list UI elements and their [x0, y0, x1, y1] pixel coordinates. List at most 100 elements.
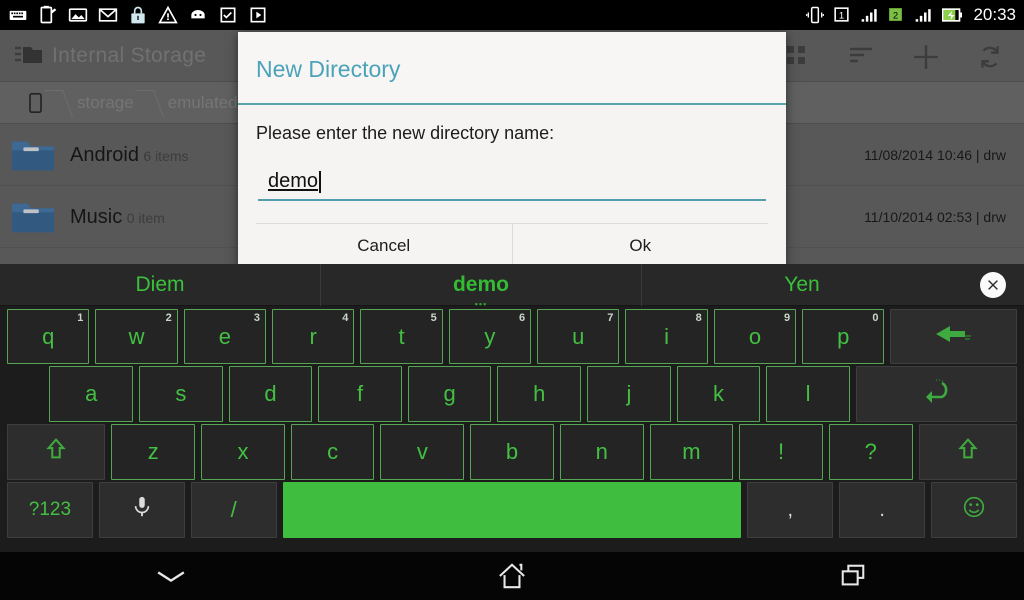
backspace-key[interactable]: [890, 309, 1017, 364]
key-label: o: [748, 323, 762, 349]
key-p[interactable]: 0p: [802, 309, 885, 364]
lock-icon: [128, 5, 148, 25]
robot-icon: [188, 5, 208, 25]
keyboard-row-2: a s d f g h j k l: [0, 364, 1024, 422]
key-o[interactable]: 9o: [713, 309, 797, 364]
shift-key-right[interactable]: [918, 424, 1017, 480]
key-a[interactable]: a: [49, 366, 134, 422]
status-bar: 1 2 20:33: [0, 0, 1024, 30]
key-question[interactable]: ?: [828, 424, 913, 480]
keyboard-row-1: 1q 2w 3e 4r 5t 6y 7u 8i 9o 0p: [0, 306, 1024, 364]
key-hint: 0: [872, 312, 879, 324]
app-install-icon: [248, 5, 268, 25]
status-bar-clock: 20:33: [973, 5, 1016, 24]
key-label: e: [218, 323, 231, 349]
key-g[interactable]: g: [407, 366, 492, 422]
key-j[interactable]: j: [587, 366, 671, 422]
suggestion-item[interactable]: Diem: [0, 264, 320, 306]
note-icon: [38, 5, 58, 25]
suggestion-item-selected[interactable]: demo: [320, 263, 641, 309]
comma-key-label: ,: [787, 498, 794, 521]
key-exclamation[interactable]: !: [739, 424, 823, 480]
screen: 1 2 20:33 Internal Storage storage emula…: [0, 0, 1024, 600]
key-c[interactable]: c: [290, 424, 375, 480]
smiley-icon: [961, 494, 987, 526]
key-i[interactable]: 8i: [625, 309, 708, 364]
enter-key[interactable]: [855, 366, 1018, 422]
key-label: d: [264, 381, 277, 406]
hide-keyboard-button[interactable]: [0, 552, 341, 600]
text-caret: [319, 171, 322, 193]
key-e[interactable]: 3e: [183, 309, 267, 364]
shift-key-left[interactable]: [7, 424, 106, 480]
key-q[interactable]: 1q: [7, 309, 90, 364]
recents-button[interactable]: [683, 552, 1024, 600]
key-t[interactable]: 5t: [360, 309, 443, 364]
voice-input-key[interactable]: [98, 482, 185, 538]
key-label: z: [147, 439, 159, 464]
key-label: b: [505, 439, 519, 464]
key-label: k: [712, 381, 724, 406]
key-z[interactable]: z: [111, 424, 196, 480]
key-s[interactable]: s: [139, 366, 223, 422]
key-label: n: [595, 439, 608, 464]
symbols-key[interactable]: ?123: [6, 482, 93, 538]
battery-charging-icon: [940, 5, 963, 25]
key-d[interactable]: d: [228, 366, 313, 422]
key-label: p: [837, 323, 850, 349]
key-r[interactable]: 4r: [272, 309, 355, 364]
key-label: s: [175, 381, 187, 406]
suggestion-bar: Diem demo Yen: [0, 263, 1024, 309]
key-b[interactable]: b: [470, 424, 554, 480]
key-h[interactable]: h: [497, 366, 582, 422]
key-label: v: [416, 439, 428, 464]
key-v[interactable]: v: [380, 424, 465, 480]
microphone-icon: [131, 494, 153, 526]
key-k[interactable]: k: [676, 366, 761, 422]
key-hint: 5: [430, 312, 437, 324]
home-button[interactable]: [341, 552, 682, 600]
signal2-icon: [913, 5, 933, 25]
period-key-label: .: [879, 498, 885, 521]
backspace-icon: [932, 323, 976, 351]
directory-name-field-wrap: demo: [256, 144, 768, 201]
key-hint: 1: [77, 312, 84, 324]
key-label: ?: [864, 439, 877, 464]
slash-key[interactable]: /: [190, 482, 277, 538]
directory-name-value: demo: [268, 170, 319, 192]
key-y[interactable]: 6y: [448, 309, 532, 364]
key-hint: 7: [607, 312, 614, 324]
keyboard-active-icon: [8, 5, 28, 25]
suggestion-item[interactable]: Yen: [641, 263, 962, 306]
dialog-message: Please enter the new directory name:: [256, 123, 555, 143]
key-hint: 6: [518, 312, 526, 324]
key-m[interactable]: m: [649, 424, 734, 480]
app-install-check-icon: [218, 5, 238, 25]
vibrate-icon: [805, 5, 825, 25]
directory-name-input[interactable]: demo: [258, 170, 766, 201]
key-label: j: [626, 381, 632, 406]
status-bar-system: 1 2 20:33: [805, 5, 1016, 25]
shift-up-icon: [43, 436, 69, 468]
key-l[interactable]: l: [766, 366, 850, 422]
sim1-icon: 1: [832, 5, 852, 25]
keyboard-row-4: ?123 / , .: [0, 480, 1024, 542]
key-f[interactable]: f: [318, 366, 402, 422]
key-n[interactable]: n: [559, 424, 644, 480]
close-suggestions-button[interactable]: [962, 271, 1024, 298]
comma-key[interactable]: ,: [747, 482, 834, 538]
key-hint: 2: [165, 312, 172, 324]
status-bar-notifications: [8, 5, 805, 25]
enter-icon: [916, 377, 956, 411]
warning-icon: [158, 5, 178, 25]
key-x[interactable]: x: [201, 424, 285, 480]
period-key[interactable]: .: [839, 482, 926, 538]
key-hint: 8: [695, 312, 702, 324]
on-screen-keyboard: Diem demo Yen 1q 2w 3e 4r 5t 6y 7u 8i 9o…: [0, 263, 1024, 552]
space-key[interactable]: [282, 482, 742, 538]
key-w[interactable]: 2w: [95, 309, 178, 364]
key-label: m: [682, 439, 701, 464]
key-u[interactable]: 7u: [537, 309, 620, 364]
emoji-key[interactable]: [931, 482, 1018, 538]
key-label: !: [778, 439, 785, 464]
